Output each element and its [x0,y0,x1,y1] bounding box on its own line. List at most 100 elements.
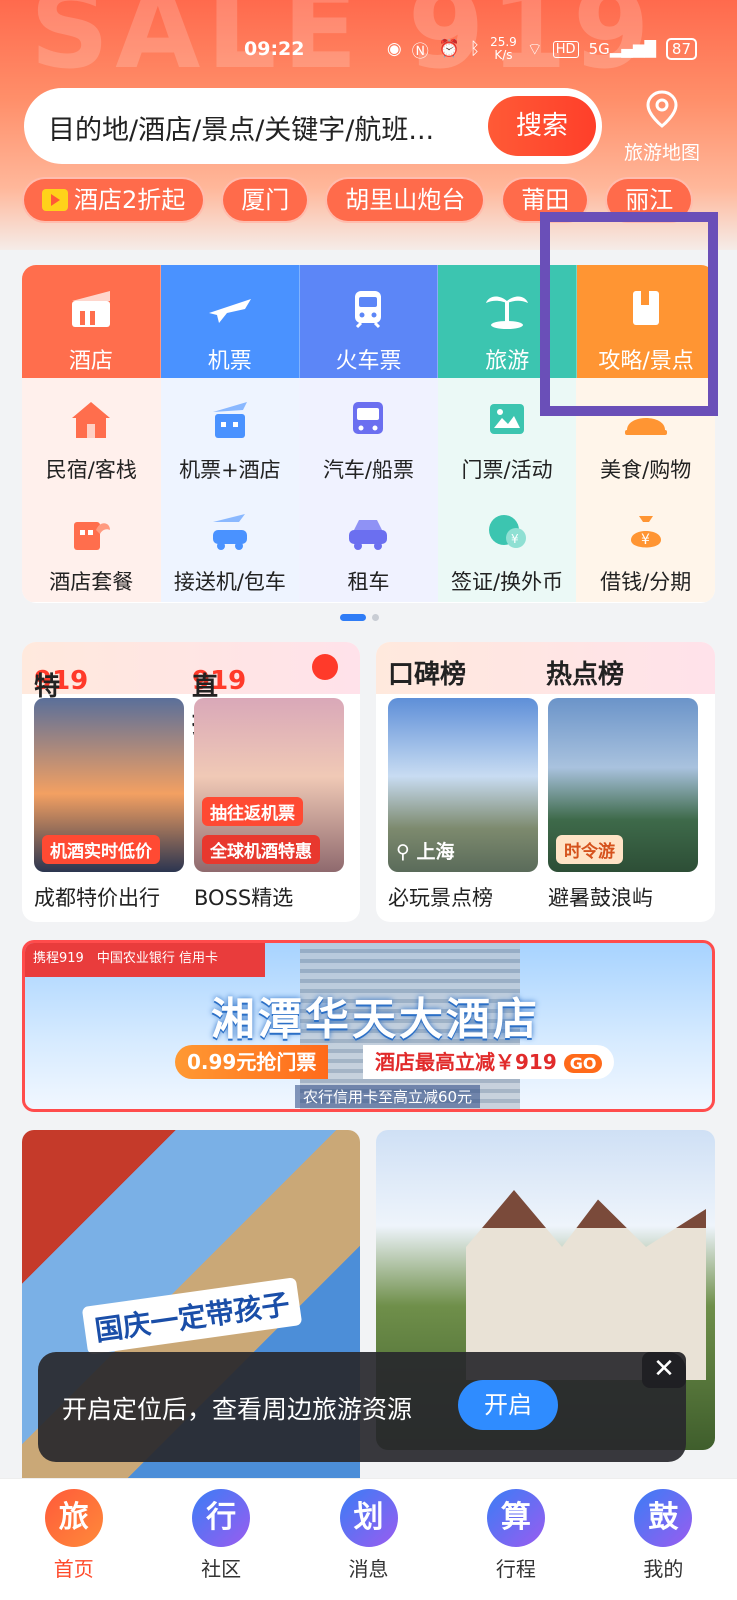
nfc-icon: Ⓝ [411,41,429,62]
bluetooth-icon: ᛒ [469,39,481,59]
train-icon [355,291,382,329]
tile-boss-select[interactable]: 抽往返机票 全球机酒特惠 [194,698,344,872]
search-button[interactable]: 搜索 [488,96,596,156]
wifi-icon: ⌔ [526,39,543,60]
tab-itinerary[interactable]: 算 行程 [442,1479,589,1600]
tile-caption[interactable]: 避暑鼓浪屿 [548,882,653,912]
banner-footnote: 农行信用卡至高立减60元 [295,1085,481,1108]
bus-icon [353,402,384,434]
category-airport-transfer-label: 接送机/包车 [173,570,286,594]
home-tab-icon: 旅 [44,1489,103,1547]
tile-location: ⚲ 上海 [396,841,455,863]
tile-top-tag: 抽往返机票 [202,797,303,826]
profile-tab-icon: 鼓 [634,1489,693,1547]
status-time: 09:22 [244,38,305,60]
palm-tree-icon [486,296,529,329]
page-dot [372,614,379,621]
status-bar: 09:22 ◉ Ⓝ ⏰ ᛒ 25.9 K/s ⌔ HD 5G▂▄▆█ 87 [0,32,737,68]
close-toast-icon[interactable]: ✕ [642,1352,686,1388]
tile-caption[interactable]: BOSS精选 [194,882,293,912]
network-speed: 25.9 K/s [490,35,517,62]
search-input[interactable]: 目的地/酒店/景点/关键字/航班... [48,108,478,147]
feed-slogan: 国庆一定带孩子 [81,1277,303,1355]
map-pin-icon [646,90,678,128]
travel-map-button[interactable]: 旅游地图 [612,90,712,164]
category-homestay-label: 民宿/客栈 [45,458,137,482]
tab-profile[interactable]: 鼓 我的 [590,1479,737,1600]
category-bus-ferry[interactable]: 汽车/船票 [299,378,438,490]
promo-card-rankings: 口碑榜 热点榜 ⚲ 上海 时令游 必玩景点榜 避暑鼓浪屿 [376,642,715,922]
hot-ranking-title[interactable]: 热点榜 [546,654,624,691]
category-hotel-package[interactable]: 酒店套餐 [22,490,161,602]
category-flight-hotel-label: 机票+酒店 [179,458,281,482]
category-flight-hotel[interactable]: 机票+酒店 [160,378,300,490]
tab-home[interactable]: 旅 首页 [0,1479,147,1600]
tile-tag: 时令游 [556,835,623,864]
tile-tag: 全球机酒特惠 [202,835,320,864]
bottom-tab-bar: 旅 首页 行 社区 划 消息 算 行程 鼓 我的 [0,1478,737,1600]
promo-card-919: 919特价 919直播 机酒实时低价 抽往返机票 全球机酒特惠 成都特价出行 B… [22,642,360,922]
tile-shanghai[interactable]: ⚲ 上海 [388,698,538,872]
tab-label: 行程 [495,1557,536,1581]
tab-label: 首页 [53,1557,94,1581]
chip-xiamen[interactable]: 厦门 [221,177,310,223]
svg-text:¥: ¥ [511,532,519,546]
category-bus-ferry-label: 汽车/船票 [322,458,415,482]
tile-tag: 机酒实时低价 [42,835,160,864]
live-icon [312,654,338,680]
banner-ticket-offer: 0.99元抢门票 [175,1045,329,1079]
category-homestay[interactable]: 民宿/客栈 [22,378,161,490]
banner-title: 湘潭华天大酒店 [211,994,540,1045]
search-bar[interactable]: 目的地/酒店/景点/关键字/航班... 搜索 [24,88,602,164]
eye-icon: ◉ [386,39,402,59]
plane-icon [208,299,251,323]
tab-community[interactable]: 行 社区 [147,1479,294,1600]
signal-icon: 5G▂▄▆█ [588,40,656,58]
hd-icon: HD [552,40,579,58]
chip-hulishan[interactable]: 胡里山炮台 [325,177,486,223]
tile-gulangyu[interactable]: 时令游 [548,698,698,872]
battery-indicator: 87 [665,38,697,60]
tab-messages[interactable]: 划 消息 [295,1479,442,1600]
category-flight-label: 机票 [207,349,252,374]
itinerary-tab-icon: 算 [486,1489,545,1547]
banner-hotel-discount: 酒店最高立减￥919 GO [363,1045,615,1079]
tile-chengdu-deal[interactable]: 机酒实时低价 [34,698,184,872]
tab-label: 消息 [348,1557,389,1581]
reputation-ranking-title[interactable]: 口碑榜 [388,654,466,691]
toast-message: 开启定位后，查看周边旅游资源 [62,1395,413,1424]
go-badge: GO [563,1054,603,1073]
pickup-car-icon [212,514,247,550]
promo-card-919-header: 919特价 919直播 [22,642,360,739]
tab-label: 社区 [201,1557,242,1581]
status-icons: ◉ Ⓝ ⏰ ᛒ 25.9 K/s ⌔ HD 5G▂▄▆█ 87 [387,36,697,62]
category-car-rental[interactable]: 租车 [299,490,438,602]
category-airport-transfer[interactable]: 接送机/包车 [160,490,300,602]
community-tab-icon: 行 [192,1489,251,1547]
category-train[interactable]: 火车票 [299,265,439,378]
banner-sponsor-bar: 携程919 中国农业银行 信用卡 [25,943,265,977]
page-dot-active [340,614,366,621]
category-flight[interactable]: 机票 [160,265,300,378]
ticket-icon [490,404,525,434]
category-hotel-label: 酒店 [68,349,113,374]
money-bag-icon: ¥ [630,516,661,548]
hotel-promo-banner[interactable]: 携程919 中国农业银行 信用卡 湘潭华天大酒店 0.99元抢门票 酒店最高立减… [22,940,715,1112]
chip-hotel-deal[interactable]: 酒店2折起 [22,177,206,223]
tile-caption[interactable]: 成都特价出行 [34,882,160,912]
alarm-icon: ⏰ [438,39,460,59]
category-car-rental-label: 租车 [347,570,390,594]
sub-category-row-2: 酒店套餐 接送机/包车 租车 ¥ 签证/换外币 ¥ 借钱/分期 [22,490,715,602]
category-hotel[interactable]: 酒店 [22,265,161,378]
messages-tab-icon: 划 [339,1489,398,1547]
category-train-label: 火车票 [335,349,402,374]
category-tickets-label: 门票/活动 [461,458,553,482]
category-visa-currency[interactable]: ¥ 签证/换外币 [437,490,577,602]
promo-card-rankings-header: 口碑榜 热点榜 [376,642,715,694]
category-loan[interactable]: ¥ 借钱/分期 [576,490,715,602]
tile-caption[interactable]: 必玩景点榜 [388,882,493,912]
tab-label: 我的 [643,1557,684,1581]
car-icon [349,520,388,550]
enable-location-button[interactable]: 开启 [458,1380,558,1430]
category-loan-label: 借钱/分期 [600,570,692,594]
